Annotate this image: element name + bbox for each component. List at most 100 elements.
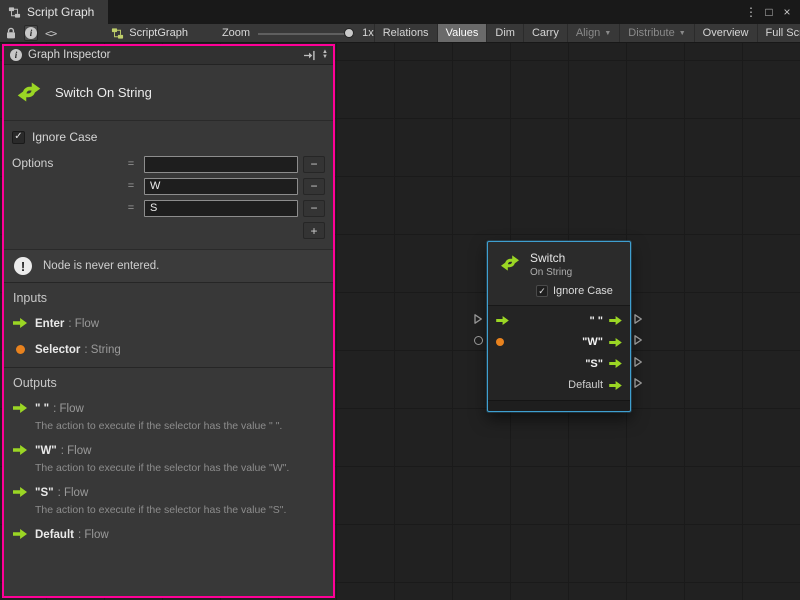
warning-banner: ! Node is never entered.	[4, 250, 333, 283]
inputs-header: Inputs	[13, 291, 324, 305]
carry-button[interactable]: Carry	[523, 24, 567, 42]
zoom-value: 1x	[362, 27, 374, 39]
output-connect-marker[interactable]	[633, 334, 643, 346]
add-option-button[interactable]: +	[303, 222, 325, 239]
values-button[interactable]: Values	[437, 24, 487, 42]
zoom-slider-track[interactable]	[258, 33, 354, 35]
port-description: The action to execute if the selector ha…	[35, 420, 324, 432]
port-label: " "	[590, 315, 604, 327]
breadcrumb[interactable]: ScriptGraph	[103, 24, 196, 42]
output-connect-marker[interactable]	[633, 356, 643, 368]
drag-handle-icon[interactable]: =	[123, 158, 139, 170]
switch-icon	[14, 77, 44, 107]
overview-button[interactable]: Overview	[694, 24, 757, 42]
inspector-header: i Graph Inspector ▲ ▼	[4, 46, 333, 65]
inspector-title: Graph Inspector	[28, 49, 110, 61]
info-icon: i	[10, 49, 22, 61]
options-label: Options	[12, 153, 123, 170]
flow-port-icon	[13, 445, 27, 455]
script-graph-icon	[8, 6, 21, 19]
zoom-control: Zoom 1x	[222, 24, 374, 42]
output-flow-port[interactable]	[609, 338, 622, 347]
node-title: Switch On String	[55, 85, 152, 100]
ignore-case-label: Ignore Case	[553, 285, 613, 297]
input-connect-marker[interactable]	[473, 313, 483, 325]
output-port-row: "S": Flow	[13, 483, 324, 501]
option-row: = −	[123, 197, 325, 219]
option-input[interactable]	[144, 200, 298, 217]
ignore-case-label: Ignore Case	[32, 130, 97, 144]
port-description: The action to execute if the selector ha…	[35, 504, 324, 516]
full-screen-button[interactable]: Full Screen	[757, 24, 800, 42]
chevron-down-icon: ▼	[604, 30, 611, 37]
ignore-case-row: ✓ Ignore Case	[12, 130, 325, 144]
output-flow-port[interactable]	[609, 316, 622, 325]
output-connect-marker[interactable]	[633, 313, 643, 325]
dim-button[interactable]: Dim	[486, 24, 523, 42]
graph-toolbar: i <> ScriptGraph Zoom 1x Relations Value…	[0, 24, 800, 43]
toolbar-buttons: Relations Values Dim Carry Align ▼ Distr…	[374, 24, 800, 42]
warning-text: Node is never entered.	[43, 260, 159, 272]
port-label: Default	[568, 379, 603, 391]
node-title: Switch	[530, 251, 572, 265]
node-subtitle: On String	[530, 267, 572, 278]
options-block: Options = − = − = − +	[12, 153, 325, 239]
option-row: = −	[123, 175, 325, 197]
tab-script-graph[interactable]: Script Graph	[0, 0, 108, 24]
ignore-case-checkbox[interactable]: ✓	[536, 285, 548, 297]
port-label: "W"	[582, 336, 603, 348]
node-footer	[488, 400, 630, 411]
distribute-dropdown[interactable]: Distribute ▼	[619, 24, 693, 42]
ignore-case-checkbox[interactable]: ✓	[12, 131, 25, 144]
switch-icon	[498, 251, 522, 275]
node-header: Switch On String	[488, 242, 630, 280]
dock-panel-icon[interactable]	[303, 50, 316, 61]
lock-icon[interactable]	[0, 24, 22, 42]
window-titlebar: Script Graph ⋮ □ ×	[0, 0, 800, 24]
remove-option-button[interactable]: −	[303, 200, 325, 217]
output-connect-marker[interactable]	[633, 377, 643, 389]
close-icon[interactable]: ×	[778, 2, 796, 22]
window-menu-icon[interactable]: ⋮	[742, 2, 760, 22]
spinner-down-icon[interactable]: ▼	[322, 55, 328, 60]
maximize-icon[interactable]: □	[760, 2, 778, 22]
options-list: = − = − = − +	[123, 153, 325, 239]
align-dropdown[interactable]: Align ▼	[567, 24, 619, 42]
warning-icon: !	[14, 257, 32, 275]
code-view-icon[interactable]: <>	[40, 24, 61, 42]
enter-flow-port[interactable]	[496, 316, 509, 325]
selector-value-port[interactable]	[496, 338, 504, 346]
port-label: "S"	[585, 358, 603, 370]
output-flow-port[interactable]	[609, 381, 622, 390]
option-input[interactable]	[144, 156, 298, 173]
drag-handle-icon[interactable]: =	[123, 202, 139, 214]
inspector-node-title-block: Switch On String	[4, 65, 333, 121]
zoom-slider[interactable]	[258, 24, 354, 43]
input-port-row: Selector: String	[13, 340, 324, 358]
info-icon: i	[25, 27, 37, 39]
drag-handle-icon[interactable]: =	[123, 180, 139, 192]
scroll-spinner[interactable]: ▲ ▼	[322, 50, 330, 60]
breadcrumb-label: ScriptGraph	[129, 27, 188, 39]
switch-on-string-node[interactable]: Switch On String ✓ Ignore Case " " "W"	[487, 241, 631, 412]
inspector-toggle-button[interactable]: i	[24, 25, 38, 41]
remove-option-button[interactable]: −	[303, 178, 325, 195]
outputs-header: Outputs	[13, 376, 324, 390]
zoom-label: Zoom	[222, 27, 250, 39]
flow-port-icon	[13, 487, 27, 497]
flow-port-icon	[13, 318, 27, 328]
option-input[interactable]	[144, 178, 298, 195]
relations-button[interactable]: Relations	[374, 24, 437, 42]
output-port-row: Default: Flow	[13, 525, 324, 543]
script-graph-asset-icon	[111, 27, 124, 40]
remove-option-button[interactable]: −	[303, 156, 325, 173]
input-port-row: Enter: Flow	[13, 314, 324, 332]
zoom-slider-thumb[interactable]	[344, 28, 354, 38]
output-flow-port[interactable]	[609, 359, 622, 368]
port-row: "S"	[488, 353, 630, 375]
chevron-down-icon: ▼	[679, 30, 686, 37]
tab-label: Script Graph	[27, 5, 94, 19]
outputs-section: Outputs " ": Flow The action to execute …	[4, 368, 333, 596]
selector-connect-marker[interactable]	[474, 336, 483, 345]
flow-port-icon	[13, 403, 27, 413]
